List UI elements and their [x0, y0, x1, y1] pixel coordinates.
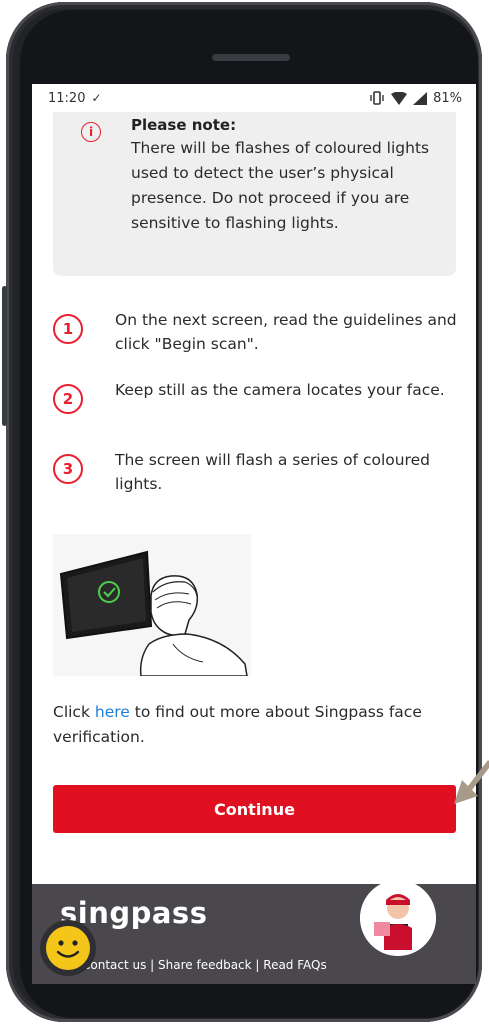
status-time: 11:20: [48, 90, 86, 106]
phone-side-button: [2, 286, 7, 426]
step-number-3: 3: [53, 454, 83, 484]
face-scan-illustration: [53, 534, 251, 677]
singpass-footer: singpass Contact us | Share feedback | R…: [32, 880, 476, 984]
continue-button[interactable]: Continue: [53, 785, 456, 833]
more-info-text: Click here to find out more about Singpa…: [53, 700, 433, 750]
battery-level: 81%: [433, 90, 462, 106]
step-text-1: On the next screen, read the guidelines …: [115, 311, 457, 353]
flash-warning-notice: i Please note: There will be flashes of …: [53, 112, 456, 276]
status-bar: 11:20 ✓ 81%: [32, 84, 476, 112]
wifi-icon: [391, 91, 408, 105]
footer-links[interactable]: Contact us | Share feedback | Read FAQs: [82, 958, 327, 972]
mascot-avatar[interactable]: [360, 880, 436, 956]
step-item: 1 On the next screen, read the guideline…: [53, 311, 463, 382]
more-info-prefix: Click: [53, 703, 95, 721]
notice-text: There will be flashes of coloured lights…: [131, 139, 430, 232]
info-icon: i: [81, 122, 101, 142]
vibrate-icon: [370, 91, 384, 105]
notice-title: Please note:: [131, 116, 237, 134]
step-text-3: The screen will flash a series of colour…: [115, 451, 430, 493]
step-number-1: 1: [53, 314, 83, 344]
face-scan-drawing: [59, 550, 248, 677]
mascot-drawing: [360, 880, 436, 956]
more-info-link[interactable]: here: [95, 703, 130, 721]
step-number-2: 2: [53, 384, 83, 414]
step-item: 3 The screen will flash a series of colo…: [53, 451, 463, 522]
step-text-2: Keep still as the camera locates your fa…: [115, 381, 445, 399]
steps-list: 1 On the next screen, read the guideline…: [53, 311, 463, 522]
signal-icon: [413, 91, 428, 105]
smiley-icon: [46, 926, 90, 970]
step-item: 2 Keep still as the camera locates your …: [53, 381, 463, 452]
download-done-icon: ✓: [91, 91, 102, 105]
phone-screen: 11:20 ✓ 81% i Please note: There will be…: [32, 84, 476, 984]
arrow-pointer-icon: [454, 760, 489, 804]
feedback-smiley-button[interactable]: [40, 920, 96, 976]
phone-earpiece: [212, 54, 290, 61]
